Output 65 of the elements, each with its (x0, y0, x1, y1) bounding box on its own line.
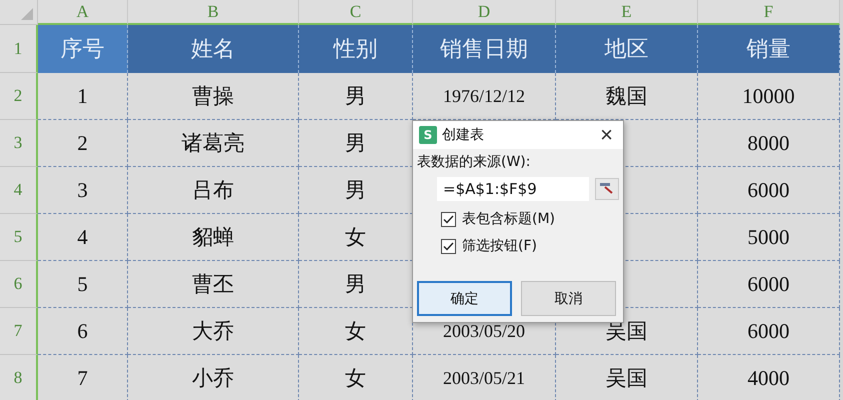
table-cell: 6000 (698, 261, 840, 308)
table-cell: 2003/05/21 (413, 355, 556, 400)
table-cell: 女 (299, 308, 413, 355)
range-field[interactable]: =$A$1:$F$9 (437, 177, 589, 201)
table-cell: 诸葛亮 (128, 120, 299, 167)
table-cell: 吴国 (556, 355, 698, 400)
range-picker-button[interactable] (595, 178, 619, 200)
table-cell: 女 (299, 214, 413, 261)
dialog-button[interactable]: 确定 (417, 281, 512, 316)
app-badge: S (419, 126, 437, 144)
close-button[interactable]: × (596, 124, 617, 146)
table-cell: 曹操 (128, 73, 299, 120)
header-cell[interactable]: 姓名 (128, 25, 299, 73)
row-header[interactable]: 7 (0, 308, 38, 355)
range-picker-icon (600, 183, 614, 195)
table-cell: 6000 (698, 308, 840, 355)
row-header[interactable]: 5 (0, 214, 38, 261)
row-header[interactable]: 8 (0, 355, 38, 400)
table-cell: 1976/12/12 (413, 73, 556, 120)
column-header[interactable]: C (299, 0, 413, 25)
table-cell: 4 (38, 214, 128, 261)
table-cell: 男 (299, 73, 413, 120)
table-cell: 7 (38, 355, 128, 400)
row-header[interactable]: 1 (0, 25, 38, 73)
header-cell[interactable]: 地区 (556, 25, 698, 73)
table-cell: 曹丕 (128, 261, 299, 308)
checkbox-label: 筛选按钮(F) (462, 237, 537, 255)
column-header[interactable]: B (128, 0, 299, 25)
table-cell: 大乔 (128, 308, 299, 355)
row-header[interactable]: 2 (0, 73, 38, 120)
table-cell: 男 (299, 261, 413, 308)
table-cell: 女 (299, 355, 413, 400)
table-cell: 1 (38, 73, 128, 120)
column-header[interactable]: E (556, 0, 698, 25)
table-cell: 男 (299, 167, 413, 214)
table-cell: 3 (38, 167, 128, 214)
dialog-button[interactable]: 取消 (521, 281, 616, 316)
table-cell: 貂蝉 (128, 214, 299, 261)
checkbox[interactable] (441, 238, 456, 254)
header-cell[interactable]: 销量 (698, 25, 840, 73)
table-cell: 6 (38, 308, 128, 355)
row-header[interactable]: 3 (0, 120, 38, 167)
checkbox-label: 表包含标题(M) (462, 210, 556, 228)
column-header[interactable]: D (413, 0, 556, 25)
header-cell[interactable]: 销售日期 (413, 25, 556, 73)
dialog-title: 创建表 (442, 126, 485, 144)
table-cell: 5000 (698, 214, 840, 261)
table-cell: 4000 (698, 355, 840, 400)
table-cell: 6000 (698, 167, 840, 214)
column-header[interactable]: F (698, 0, 840, 25)
table-cell: 小乔 (128, 355, 299, 400)
table-cell: 魏国 (556, 73, 698, 120)
table-cell: 8000 (698, 120, 840, 167)
row-header[interactable]: 6 (0, 261, 38, 308)
table-cell: 吕布 (128, 167, 299, 214)
table-cell: 男 (299, 120, 413, 167)
table-cell: 10000 (698, 73, 840, 120)
table-cell: 5 (38, 261, 128, 308)
row-header[interactable]: 4 (0, 167, 38, 214)
source-label: 表数据的来源(W): (417, 153, 532, 171)
header-cell[interactable]: 性别 (299, 25, 413, 73)
table-cell: 2 (38, 120, 128, 167)
header-cell[interactable]: 序号 (38, 25, 128, 73)
column-header[interactable]: A (38, 0, 128, 25)
checkbox[interactable] (441, 212, 456, 226)
